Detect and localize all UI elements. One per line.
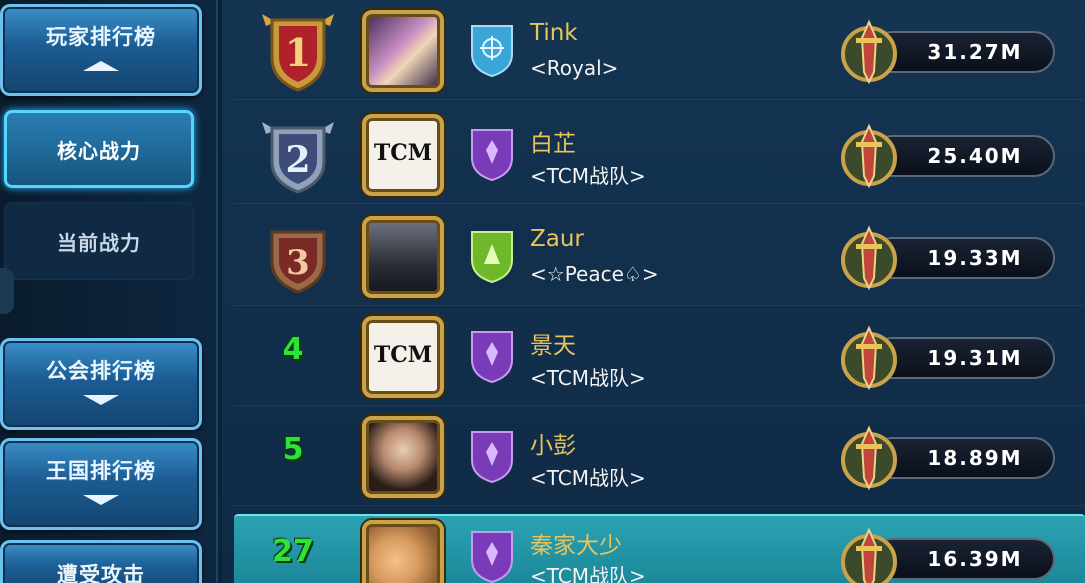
player-guild: <TCM战队> (530, 564, 646, 583)
power-text: 18.89M (927, 446, 1023, 470)
ranking-row[interactable]: 2 TCM 白芷 <TCM战队> 25.40M (234, 104, 1085, 204)
guild-shield-icon (471, 331, 513, 384)
kingdom-ranking-label: 王国排行榜 (46, 459, 156, 483)
ranking-row[interactable]: 1 Tink <Royal> 31.27M (234, 0, 1085, 100)
bronze-rank-badge-icon: 3 (270, 230, 326, 294)
power-text: 19.33M (927, 246, 1023, 270)
power-text: 25.40M (927, 144, 1023, 168)
power-text: 16.39M (927, 547, 1023, 571)
player-avatar[interactable] (362, 416, 444, 498)
svg-text:2: 2 (285, 139, 310, 181)
rank-number: 4 (282, 332, 304, 367)
power-text: 19.31M (927, 346, 1023, 370)
player-guild: <TCM战队> (530, 466, 646, 490)
sword-power-icon (841, 225, 897, 291)
guild-shield-icon (471, 531, 513, 583)
guild-shield-icon (471, 431, 513, 484)
player-guild: <Royal> (530, 56, 619, 80)
guild-shield-icon (471, 129, 513, 182)
sword-power-icon (841, 19, 897, 85)
current-power-label: 当前战力 (57, 230, 141, 255)
guild-shield-icon (471, 25, 513, 78)
svg-text:1: 1 (285, 30, 311, 75)
sword-power-icon (841, 325, 897, 391)
guild-ranking-label: 公会排行榜 (46, 359, 156, 383)
core-power-tab[interactable]: 核心战力 (4, 110, 194, 188)
player-name: Zaur (530, 226, 584, 252)
attacked-button[interactable]: 遭受攻击 (0, 540, 202, 583)
player-name: 白芷 (530, 131, 576, 157)
player-name: Tink (530, 20, 578, 46)
chevron-up-icon (83, 61, 119, 71)
player-name: 秦家大少 (530, 533, 622, 559)
rank-number: 5 (282, 432, 304, 467)
player-guild: <TCM战队> (530, 366, 646, 390)
ranking-list: 1 Tink <Royal> 31.27M 2 TCM 白芷 <TCM战队> 2… (222, 0, 1085, 583)
kingdom-ranking-button[interactable]: 王国排行榜 (0, 438, 202, 530)
player-ranking-label: 玩家排行榜 (46, 25, 156, 49)
current-power-tab[interactable]: 当前战力 (4, 202, 194, 280)
player-guild: <TCM战队> (530, 164, 646, 188)
player-avatar[interactable] (362, 216, 444, 298)
attacked-label: 遭受攻击 (57, 563, 145, 583)
gold-rank-badge-icon: 1 (262, 14, 334, 92)
sword-power-icon (841, 527, 897, 583)
player-avatar[interactable] (362, 10, 444, 92)
player-name: 小彭 (530, 433, 576, 459)
power-text: 31.27M (927, 40, 1023, 64)
core-power-label: 核心战力 (57, 138, 141, 163)
player-avatar[interactable]: TCM (362, 114, 444, 196)
silver-rank-badge-icon: 2 (262, 122, 334, 194)
avatar-text: TCM (373, 342, 433, 368)
player-avatar[interactable]: TCM (362, 316, 444, 398)
ranking-row[interactable]: 4 TCM 景天 <TCM战队> 19.31M (234, 306, 1085, 406)
player-ranking-button[interactable]: 玩家排行榜 (0, 4, 202, 96)
player-name: 景天 (530, 333, 576, 359)
avatar-text: TCM (373, 140, 433, 166)
sword-power-icon (841, 425, 897, 491)
player-avatar[interactable] (362, 520, 444, 583)
svg-text:3: 3 (286, 243, 310, 283)
ranking-sidebar: 玩家排行榜 核心战力 当前战力 公会排行榜 王国排行榜 遭受攻击 (0, 0, 218, 583)
ranking-row-self[interactable]: 27 秦家大少 <TCM战队> 16.39M (234, 514, 1085, 583)
chevron-down-icon (83, 395, 119, 405)
ranking-row[interactable]: 3 Zaur <☆Peace♤> 19.33M (234, 206, 1085, 306)
guild-ranking-button[interactable]: 公会排行榜 (0, 338, 202, 430)
ranking-row[interactable]: 5 小彭 <TCM战队> 18.89M (234, 406, 1085, 506)
sword-power-icon (841, 123, 897, 189)
rank-number: 27 (272, 534, 314, 569)
player-guild: <☆Peace♤> (530, 262, 659, 286)
chevron-down-icon (83, 495, 119, 505)
guild-shield-icon (471, 231, 513, 284)
drawer-handle[interactable] (0, 268, 14, 314)
